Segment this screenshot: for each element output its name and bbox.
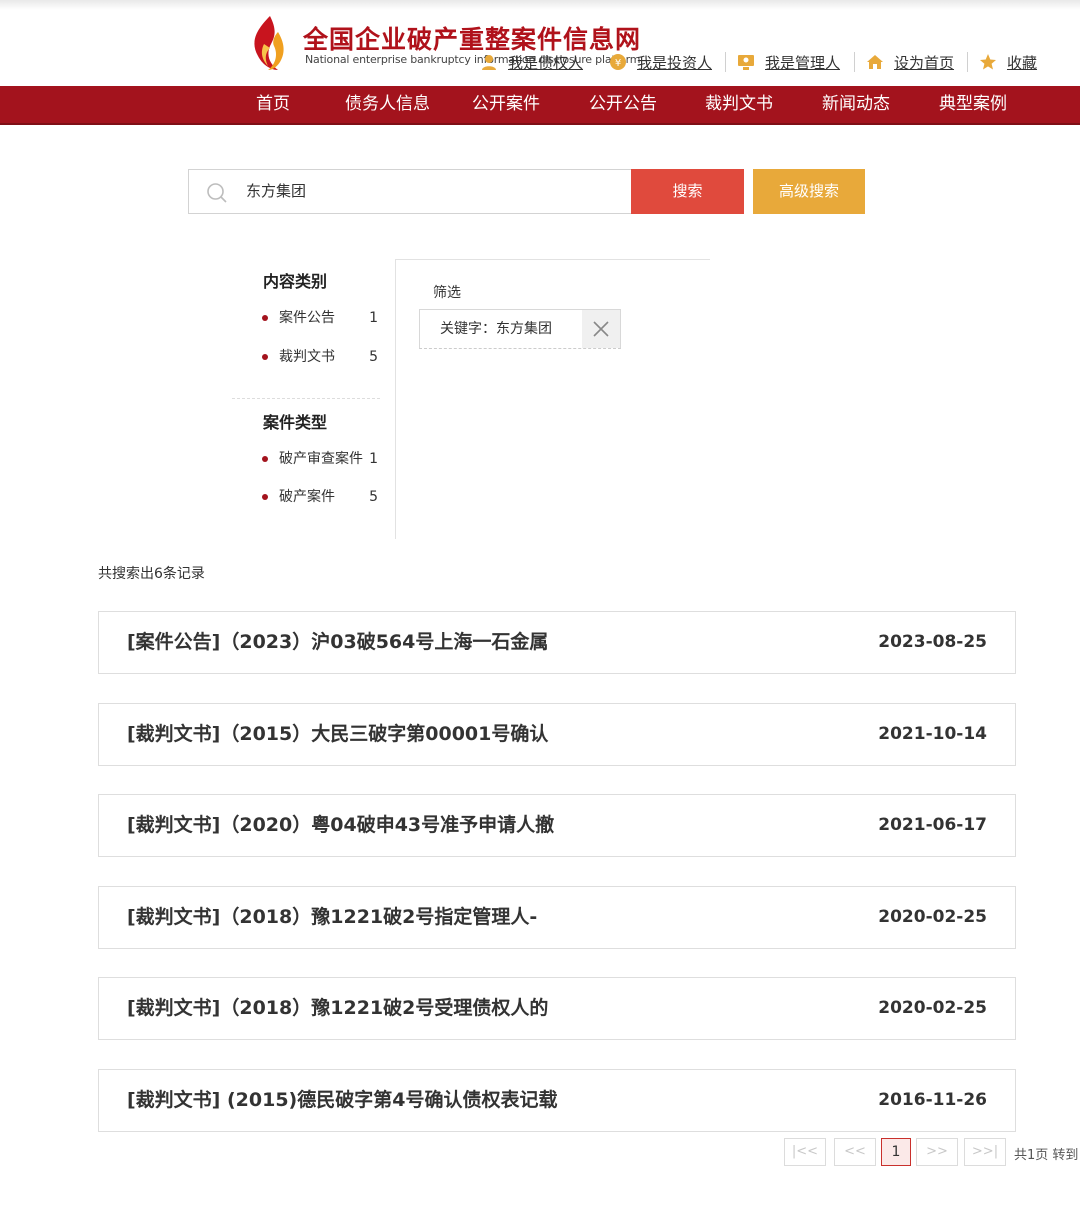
top-shade [0, 0, 1080, 10]
quick-link-favorite[interactable]: 收藏 [979, 52, 1037, 72]
result-item[interactable]: [裁判文书]（2015）大民三破字第00001号确认 2021-10-14 [98, 703, 1016, 766]
search-input[interactable] [246, 170, 616, 213]
filter-divider [232, 398, 380, 399]
quick-link-label: 收藏 [1007, 53, 1038, 72]
prev-page-button[interactable]: << [834, 1138, 876, 1166]
result-summary: 共搜索出6条记录 [98, 566, 205, 582]
keyword-filter-chip: 关键字：东方集团 [419, 309, 621, 349]
result-date: 2020-02-25 [878, 907, 987, 927]
quick-link-label: 设为首页 [894, 53, 955, 72]
result-title[interactable]: [裁判文书]（2018）豫1221破2号指定管理人- [127, 887, 537, 948]
result-title[interactable]: [裁判文书] (2015)德民破字第4号确认债权表记载 [127, 1070, 557, 1131]
nav-item-judgments[interactable]: 裁判文书 [705, 86, 773, 123]
current-page-button[interactable]: 1 [881, 1138, 911, 1166]
creditor-icon [482, 55, 496, 70]
quick-link-label: 我是投资人 [637, 53, 713, 72]
manager-icon [738, 55, 754, 70]
link-separator [854, 52, 855, 72]
active-filter-label: 筛选 [433, 285, 461, 301]
filter-panel-border [395, 259, 396, 539]
bullet-dot [262, 456, 268, 462]
home-icon [867, 55, 883, 69]
result-item[interactable]: [裁判文书]（2020）粤04破申43号准予申请人撤 2021-06-17 [98, 794, 1016, 857]
quick-link-creditor[interactable]: 我是债权人 [480, 52, 583, 72]
filter-item-label: 破产审查案件 [279, 451, 363, 467]
filter-item-count: 5 [369, 349, 378, 365]
result-date: 2016-11-26 [878, 1090, 987, 1110]
site-subtitle: National enterprise bankruptcy informati… [305, 53, 641, 66]
quick-link-manager[interactable]: 我是管理人 [737, 52, 840, 72]
first-page-button[interactable]: |<< [784, 1138, 826, 1166]
bullet-dot [262, 315, 268, 321]
link-separator [725, 52, 726, 72]
next-page-button[interactable]: >> [916, 1138, 958, 1166]
filter-item-bankruptcy-review[interactable]: 破产审查案件 1 [262, 449, 380, 469]
filter-item-judgment-doc[interactable]: 裁判文书 5 [262, 347, 380, 367]
result-title[interactable]: [案件公告]（2023）沪03破564号上海一石金属 [127, 612, 548, 673]
result-date: 2021-06-17 [878, 815, 987, 835]
result-item[interactable]: [裁判文书]（2018）豫1221破2号指定管理人- 2020-02-25 [98, 886, 1016, 949]
close-icon [593, 321, 609, 337]
filter-item-count: 1 [369, 451, 378, 467]
link-separator [967, 52, 968, 72]
remove-filter-button[interactable] [582, 310, 620, 348]
quick-link-investor[interactable]: ¥ 我是投资人 [609, 52, 712, 72]
filter-item-label: 裁判文书 [279, 349, 335, 365]
search-box [188, 169, 632, 214]
quick-link-homepage[interactable]: 设为首页 [866, 52, 954, 72]
quick-link-label: 我是管理人 [765, 53, 841, 72]
advanced-search-button[interactable]: 高级搜索 [753, 169, 865, 214]
content-category-title: 内容类别 [263, 272, 328, 291]
flame-logo-icon [254, 16, 284, 70]
investor-icon: ¥ [610, 54, 626, 70]
result-title[interactable]: [裁判文书]（2015）大民三破字第00001号确认 [127, 704, 548, 765]
site-title: 全国企业破产重整案件信息网 [303, 25, 642, 54]
bullet-dot [262, 354, 268, 360]
result-title[interactable]: [裁判文书]（2020）粤04破申43号准予申请人撤 [127, 795, 554, 856]
filter-chip-text: 关键字：东方集团 [440, 321, 552, 337]
quick-link-label: 我是债权人 [508, 53, 584, 72]
nav-item-public-cases[interactable]: 公开案件 [472, 86, 540, 123]
result-date: 2021-10-14 [878, 724, 987, 744]
result-item[interactable]: [裁判文书] (2015)德民破字第4号确认债权表记载 2016-11-26 [98, 1069, 1016, 1132]
filter-item-case-notice[interactable]: 案件公告 1 [262, 308, 380, 328]
result-date: 2020-02-25 [878, 998, 987, 1018]
search-icon [207, 183, 227, 203]
filter-item-label: 破产案件 [279, 489, 335, 505]
filter-item-count: 1 [369, 310, 378, 326]
nav-item-public-notices[interactable]: 公开公告 [589, 86, 657, 123]
main-nav: 首页 债务人信息 公开案件 公开公告 裁判文书 新闻动态 典型案例 [0, 86, 1080, 125]
result-date: 2023-08-25 [878, 632, 987, 652]
result-item[interactable]: [裁判文书]（2018）豫1221破2号受理债权人的 2020-02-25 [98, 977, 1016, 1040]
filter-item-label: 案件公告 [279, 310, 335, 326]
result-item[interactable]: [案件公告]（2023）沪03破564号上海一石金属 2023-08-25 [98, 611, 1016, 674]
bullet-dot [262, 494, 268, 500]
svg-text:¥: ¥ [615, 58, 621, 69]
case-type-title: 案件类型 [263, 413, 328, 432]
star-icon [980, 54, 996, 70]
nav-item-debtor-info[interactable]: 债务人信息 [345, 86, 430, 123]
result-title[interactable]: [裁判文书]（2018）豫1221破2号受理债权人的 [127, 978, 548, 1039]
filter-item-bankruptcy-case[interactable]: 破产案件 5 [262, 487, 380, 507]
filter-panel-top-border [395, 259, 710, 260]
filter-item-count: 5 [369, 489, 378, 505]
nav-item-home[interactable]: 首页 [256, 86, 290, 123]
last-page-button[interactable]: >>| [964, 1138, 1006, 1166]
nav-item-news[interactable]: 新闻动态 [822, 86, 890, 123]
nav-item-typical-cases[interactable]: 典型案例 [939, 86, 1007, 123]
search-button[interactable]: 搜索 [631, 169, 744, 214]
pagination-info: 共1页 转到 [1014, 1148, 1079, 1163]
